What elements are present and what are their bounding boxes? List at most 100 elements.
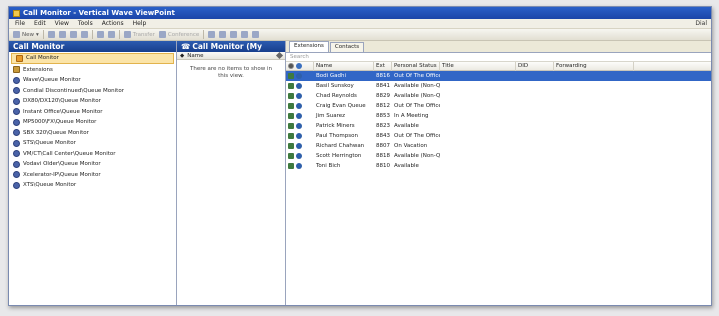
- table-row[interactable]: Chad Reynolds 8829 Available (Non-Q...: [286, 91, 711, 101]
- name-column-header[interactable]: ◆ Name: [177, 51, 285, 60]
- record-icon[interactable]: [219, 31, 227, 38]
- new-button[interactable]: New ▾: [13, 31, 39, 38]
- pin-icon[interactable]: [275, 51, 284, 60]
- name-cell: Paul Thompson: [316, 133, 358, 139]
- voicemail-icon[interactable]: [252, 31, 260, 38]
- tab-contacts[interactable]: Contacts: [329, 42, 365, 52]
- copy-icon[interactable]: [58, 31, 66, 38]
- row-icons: [286, 123, 314, 129]
- toolbar-separator: [91, 30, 93, 39]
- tree-item[interactable]: Vodavi Older\Queue Monitor: [9, 159, 176, 170]
- tree-item[interactable]: SBX 320\Queue Monitor: [9, 128, 176, 139]
- tree-item[interactable]: VM/CT\Call Center\Queue Monitor: [9, 149, 176, 160]
- menu-edit[interactable]: Edit: [34, 20, 46, 27]
- tree-item[interactable]: Wave\Queue Monitor: [9, 75, 176, 86]
- tree-item[interactable]: Xcelerator-IP\Queue Monitor: [9, 170, 176, 181]
- phone-icon[interactable]: [288, 133, 294, 139]
- queue-icon: [13, 160, 20, 168]
- menu-tools[interactable]: Tools: [78, 20, 93, 27]
- dial-label[interactable]: Dial: [695, 20, 707, 27]
- conference-label: Conference: [167, 31, 200, 38]
- tree-item-label: Condial Discontinued\Queue Monitor: [23, 87, 124, 94]
- tab-extensions[interactable]: Extensions: [289, 41, 329, 52]
- name-cell: Patrick Miners: [316, 123, 355, 129]
- mute-icon[interactable]: [241, 31, 249, 38]
- conference-button[interactable]: Conference: [158, 31, 200, 38]
- tree-item-label: Vodavi Older\Queue Monitor: [23, 161, 101, 168]
- row-icons: [286, 93, 314, 99]
- call-monitor-icon: [16, 54, 23, 62]
- did-column-header[interactable]: DID: [516, 61, 554, 71]
- transfer-button[interactable]: Transfer: [123, 31, 155, 38]
- menu-view[interactable]: View: [55, 20, 69, 27]
- row-icons: [286, 73, 314, 79]
- tree-item[interactable]: MP5000\FX\Queue Monitor: [9, 117, 176, 128]
- table-row[interactable]: Bodi Gadhi 8816 Out Of The Office: [286, 71, 711, 81]
- phone-icon[interactable]: [288, 93, 294, 99]
- presence-icon: [296, 113, 302, 119]
- tree-item[interactable]: Instant Office\Queue Monitor: [9, 107, 176, 118]
- transfer-label: Transfer: [132, 31, 155, 38]
- name-cell: Richard Chahwan: [316, 143, 365, 149]
- row-icons: [286, 143, 314, 149]
- table-row[interactable]: Scott Herrington 8818 Available (Non-Q...: [286, 151, 711, 161]
- table-row[interactable]: Jim Suarez 8853 In A Meeting: [286, 111, 711, 121]
- paste-icon[interactable]: [69, 31, 77, 38]
- hold-icon[interactable]: [208, 31, 216, 38]
- status-cell: Available (Non-Q...: [394, 93, 440, 99]
- phone-icon[interactable]: [288, 113, 294, 119]
- phone-icon[interactable]: [288, 123, 294, 129]
- window-title: Call Monitor - Vertical Wave ViewPoint: [23, 9, 175, 17]
- table-row[interactable]: Patrick Miners 8823 Available: [286, 121, 711, 131]
- ext-column-header[interactable]: Ext: [374, 61, 392, 71]
- table-row[interactable]: Toni Bich 8810 Available: [286, 161, 711, 171]
- menu-actions[interactable]: Actions: [102, 20, 124, 27]
- row-icons: [286, 113, 314, 119]
- menu-file[interactable]: File: [15, 20, 25, 27]
- table-row[interactable]: Basil Sunskoy 8841 Available (Non-Q...: [286, 81, 711, 91]
- phone-icon[interactable]: [288, 103, 294, 109]
- row-icons: [286, 163, 314, 169]
- ext-cell: 8818: [376, 153, 390, 159]
- phone-icon[interactable]: [288, 73, 294, 79]
- tree-item-label: Extensions: [23, 66, 53, 73]
- tree-item[interactable]: Extensions: [9, 65, 176, 76]
- table-row[interactable]: Richard Chahwan 8807 On Vacation: [286, 141, 711, 151]
- status-column-header[interactable]: Personal Status ...: [392, 61, 440, 71]
- name-column-header[interactable]: Name: [314, 61, 374, 71]
- chevron-down-icon: ▾: [36, 31, 39, 38]
- queue-icon: [13, 129, 20, 137]
- navigation-pane: Call Monitor Call Monitor Extensions Wave\…: [9, 41, 177, 305]
- delete-icon[interactable]: [80, 31, 88, 38]
- status-cell: Out Of The Office: [394, 73, 440, 79]
- table-row[interactable]: Paul Thompson 8843 Out Of The Office: [286, 131, 711, 141]
- tree-item[interactable]: XTS\Queue Monitor: [9, 180, 176, 191]
- phone-icon[interactable]: [288, 83, 294, 89]
- back-icon[interactable]: [96, 31, 104, 38]
- new-icon: [13, 31, 20, 38]
- phone-icon[interactable]: [288, 153, 294, 159]
- title-column-header[interactable]: Title: [440, 61, 516, 71]
- forward-icon[interactable]: [107, 31, 115, 38]
- status-cell: Available: [394, 123, 419, 129]
- tree-item[interactable]: DX80/DX120\Queue Monitor: [9, 96, 176, 107]
- row-icons: [286, 133, 314, 139]
- phone-icon[interactable]: [288, 163, 294, 169]
- forwarding-column-header[interactable]: Forwarding: [554, 61, 634, 71]
- menu-help[interactable]: Help: [133, 20, 147, 27]
- title-bar: Call Monitor - Vertical Wave ViewPoint: [9, 7, 711, 19]
- phone-icon[interactable]: [288, 143, 294, 149]
- table-row[interactable]: Craig Evan Queue 8812 Out Of The Office: [286, 101, 711, 111]
- tree-item[interactable]: STS\Queue Monitor: [9, 138, 176, 149]
- ext-cell: 8812: [376, 103, 390, 109]
- ext-cell: 8841: [376, 83, 390, 89]
- tree-item-label: SBX 320\Queue Monitor: [23, 129, 89, 136]
- park-icon[interactable]: [230, 31, 238, 38]
- conference-icon: [158, 31, 166, 38]
- print-icon[interactable]: [47, 31, 55, 38]
- tree-item[interactable]: Call Monitor: [11, 53, 174, 64]
- presence-icon: [296, 123, 302, 129]
- queue-icon: [13, 97, 20, 105]
- icon-column-header[interactable]: [286, 61, 314, 71]
- tree-item[interactable]: Condial Discontinued\Queue Monitor: [9, 86, 176, 97]
